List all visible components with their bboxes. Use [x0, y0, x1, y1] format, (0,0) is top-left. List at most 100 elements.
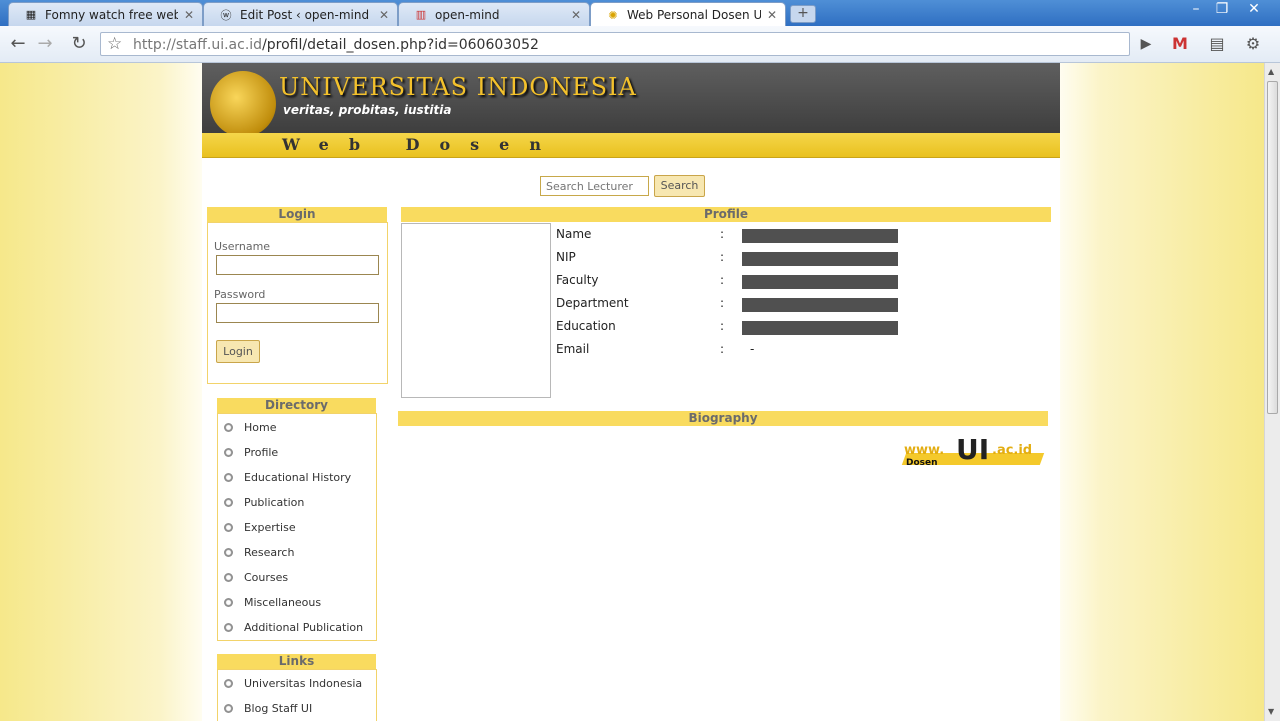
links-title: Links	[217, 654, 376, 669]
link-blog-staff-ui[interactable]: Blog Staff UI	[224, 699, 312, 717]
tab-web-personal-dosen[interactable]: ✺ Web Personal Dosen Uni... ✕	[590, 2, 786, 27]
tab-label: Edit Post ‹ open-mind — ...	[240, 7, 373, 22]
bullet-icon	[224, 572, 233, 582]
wrench-icon[interactable]: ⚙	[1240, 32, 1266, 56]
profile-row-nip: NIP :	[556, 250, 916, 268]
forward-icon[interactable]: →	[32, 32, 58, 56]
profile-row-email: Email : -	[556, 342, 916, 360]
close-icon[interactable]: ✕	[379, 8, 389, 22]
field-label: Education	[556, 319, 616, 333]
university-emblem-icon	[210, 71, 276, 137]
address-bar[interactable]: ☆ http://staff.ui.ac.id/profil/detail_do…	[100, 32, 1130, 56]
redacted-value	[742, 298, 898, 312]
directory-item-home[interactable]: Home	[224, 418, 276, 436]
directory-item-profile[interactable]: Profile	[224, 443, 278, 461]
field-separator: :	[720, 296, 725, 310]
page-container: UNIVERSITAS INDONESIA veritas, probitas,…	[202, 63, 1060, 721]
field-separator: :	[720, 342, 725, 356]
vertical-scrollbar[interactable]: ▲ ▼	[1264, 63, 1280, 721]
scrollbar-thumb[interactable]	[1267, 81, 1278, 414]
logo-www: www.	[904, 443, 945, 458]
bullet-icon	[224, 522, 233, 532]
university-name: UNIVERSITAS INDONESIA	[279, 73, 637, 101]
window-close-icon[interactable]: ✕	[1240, 0, 1268, 20]
username-label: Username	[214, 240, 271, 253]
logo-ui: UI	[956, 433, 990, 466]
close-icon[interactable]: ✕	[571, 8, 581, 22]
username-field[interactable]	[216, 255, 379, 275]
tab-label: Web Personal Dosen Uni...	[627, 8, 761, 22]
bullet-icon	[224, 422, 233, 432]
tab-edit-post[interactable]: ⓦ Edit Post ‹ open-mind — ... ✕	[203, 2, 398, 26]
field-label: NIP	[556, 250, 576, 264]
go-icon[interactable]: ▶	[1133, 32, 1159, 56]
directory-item-miscellaneous[interactable]: Miscellaneous	[224, 593, 321, 611]
email-value: -	[750, 342, 755, 356]
biography-title: Biography	[398, 411, 1048, 426]
tab-open-mind[interactable]: ▥ open-mind ✕	[398, 2, 590, 26]
page-menu-icon[interactable]: ▤	[1204, 32, 1230, 56]
tab-label: Fomny watch free web T...	[45, 7, 178, 22]
scroll-up-icon[interactable]: ▲	[1268, 67, 1274, 76]
back-icon[interactable]: ←	[5, 32, 31, 56]
login-button[interactable]: Login	[216, 340, 260, 363]
field-separator: :	[720, 250, 725, 264]
site-banner: UNIVERSITAS INDONESIA veritas, probitas,…	[202, 63, 1060, 137]
field-separator: :	[720, 227, 725, 241]
wordpress-favicon-icon: ⓦ	[220, 8, 232, 22]
login-title: Login	[207, 207, 387, 222]
bullet-icon	[224, 703, 233, 713]
directory-item-expertise[interactable]: Expertise	[224, 518, 296, 536]
gmail-icon[interactable]: M	[1172, 34, 1192, 53]
browser-toolbar: ← → ↻ ☆ http://staff.ui.ac.id/profil/det…	[0, 26, 1280, 63]
tab-fomny[interactable]: ▦ Fomny watch free web T... ✕	[8, 2, 203, 26]
bullet-icon	[224, 678, 233, 688]
search-lecturer-input[interactable]	[540, 176, 649, 196]
university-motto: veritas, probitas, iustitia	[283, 103, 452, 117]
directory-item-publication[interactable]: Publication	[224, 493, 304, 511]
minimize-icon[interactable]: –	[1182, 0, 1210, 20]
close-icon[interactable]: ✕	[184, 8, 194, 22]
bookmark-star-icon[interactable]: ☆	[107, 34, 122, 54]
bullet-icon	[224, 547, 233, 557]
lecturer-photo	[401, 223, 551, 398]
profile-title: Profile	[401, 207, 1051, 222]
url-text: http://staff.ui.ac.id/profil/detail_dose…	[133, 37, 539, 53]
new-tab-button[interactable]: +	[790, 5, 816, 23]
tab-bar: ▦ Fomny watch free web T... ✕ ⓦ Edit Pos…	[0, 0, 1280, 27]
field-separator: :	[720, 273, 725, 287]
ui-favicon-icon: ✺	[608, 8, 618, 22]
bullet-icon	[224, 497, 233, 507]
redacted-value	[742, 229, 898, 243]
directory-title: Directory	[217, 398, 376, 413]
profile-row-name: Name :	[556, 227, 916, 245]
field-separator: :	[720, 319, 725, 333]
blog-favicon-icon: ▥	[415, 8, 427, 21]
password-field[interactable]	[216, 303, 379, 323]
close-icon[interactable]: ✕	[767, 8, 777, 22]
web-dosen-strip: Web Dosen	[202, 133, 1060, 158]
link-universitas-indonesia[interactable]: Universitas Indonesia	[224, 674, 362, 692]
redacted-value	[742, 252, 898, 266]
search-button[interactable]: Search	[654, 175, 705, 197]
dosen-ui-logo: www. UI .ac.id Dosen	[901, 433, 1045, 469]
restore-icon[interactable]: ❐	[1208, 0, 1236, 20]
directory-item-courses[interactable]: Courses	[224, 568, 288, 586]
calendar-favicon-icon: ▦	[25, 8, 37, 21]
bullet-icon	[224, 597, 233, 607]
reload-icon[interactable]: ↻	[66, 32, 92, 56]
password-label: Password	[214, 288, 266, 301]
tab-label: open-mind	[435, 7, 500, 22]
profile-row-department: Department :	[556, 296, 916, 314]
redacted-value	[742, 275, 898, 289]
directory-item-educational-history[interactable]: Educational History	[224, 468, 351, 486]
logo-dosen: Dosen	[906, 458, 938, 468]
bullet-icon	[224, 447, 233, 457]
page-viewport: UNIVERSITAS INDONESIA veritas, probitas,…	[0, 63, 1264, 721]
web-dosen-title: Web Dosen	[282, 135, 561, 154]
scroll-down-icon[interactable]: ▼	[1268, 707, 1274, 716]
redacted-value	[742, 321, 898, 335]
profile-row-education: Education :	[556, 319, 916, 337]
directory-item-research[interactable]: Research	[224, 543, 294, 561]
directory-item-additional-publication[interactable]: Additional Publication	[224, 618, 363, 636]
